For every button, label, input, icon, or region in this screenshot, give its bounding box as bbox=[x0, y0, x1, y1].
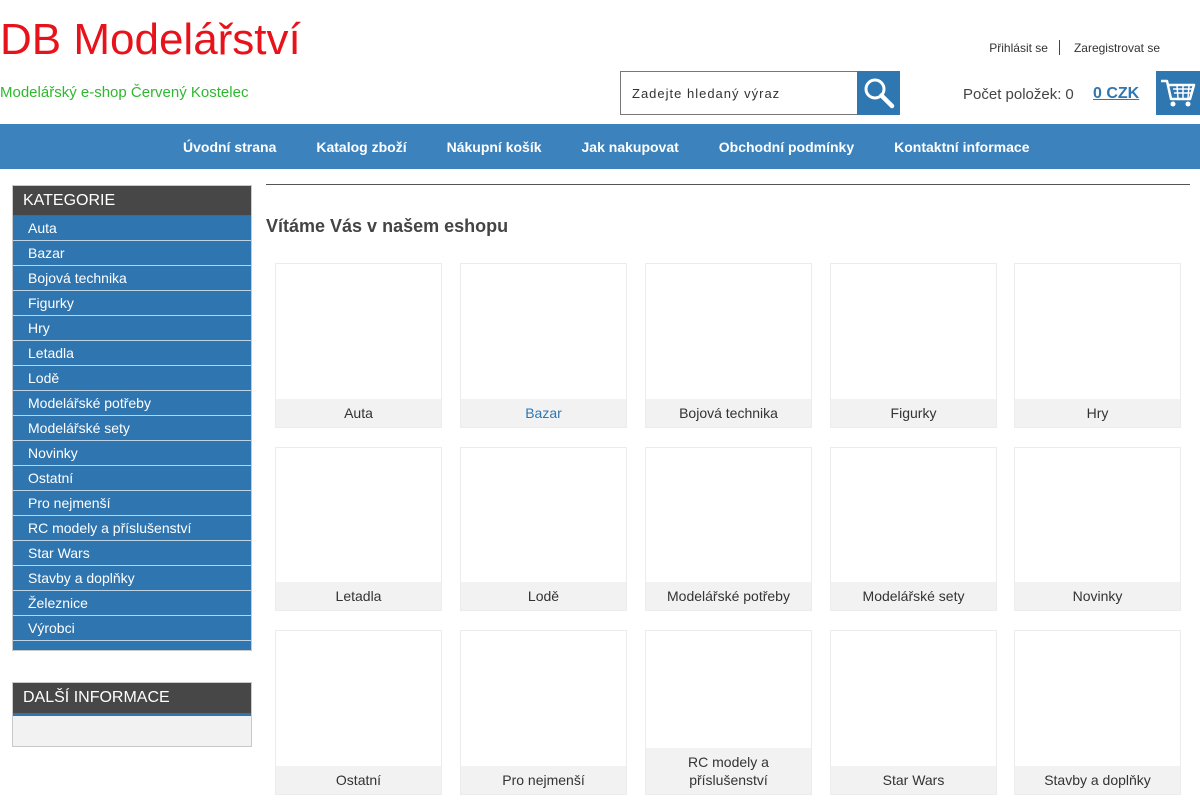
category-card-label[interactable]: Bazar bbox=[461, 399, 626, 427]
category-card-bazar[interactable]: Bazar bbox=[460, 263, 627, 428]
category-card-figurky[interactable]: Figurky bbox=[830, 263, 997, 428]
sidebar-item-modelarske-sety[interactable]: Modelářské sety bbox=[13, 416, 251, 441]
register-link[interactable]: Zaregistrovat se bbox=[1074, 41, 1160, 55]
nav-item-jak-nakupovat[interactable]: Jak nakupovat bbox=[582, 139, 679, 155]
sidebar-item-bojova-technika[interactable]: Bojová technika bbox=[13, 266, 251, 291]
category-image[interactable] bbox=[1015, 448, 1180, 584]
category-list: Auta Bazar Bojová technika Figurky Hry Letadl… bbox=[13, 215, 251, 641]
nav-item-uvodni-strana[interactable]: Úvodní strana bbox=[183, 139, 276, 155]
category-card-label[interactable]: Pro nejmenší bbox=[461, 766, 626, 794]
category-card-lode[interactable]: Lodě bbox=[460, 447, 627, 611]
category-card-label[interactable]: Hry bbox=[1015, 399, 1180, 427]
sidebar-item-bazar[interactable]: Bazar bbox=[13, 241, 251, 266]
sidebar-item-modelarske-potreby[interactable]: Modelářské potřeby bbox=[13, 391, 251, 416]
category-card-modelarske-sety[interactable]: Modelářské sety bbox=[830, 447, 997, 611]
content-divider bbox=[266, 184, 1190, 185]
sidebar-item-stavby-a-doplnky[interactable]: Stavby a doplňky bbox=[13, 566, 251, 591]
cart-item-count: Počet položek: 0 bbox=[963, 86, 1074, 103]
category-card-label[interactable]: Star Wars bbox=[831, 766, 996, 794]
category-card-rc-modely-a-prislusenstvi[interactable]: RC modely a příslušenství bbox=[645, 630, 812, 795]
site-logo-title[interactable]: DB Modelářství bbox=[0, 14, 301, 66]
category-image[interactable] bbox=[276, 448, 441, 584]
nav-item-obchodni-podminky[interactable]: Obchodní podmínky bbox=[719, 139, 854, 155]
cart-count-value: 0 bbox=[1065, 86, 1074, 103]
shopping-cart-icon bbox=[1161, 79, 1196, 107]
sidebar-item-letadla[interactable]: Letadla bbox=[13, 341, 251, 366]
category-card-label[interactable]: Modelářské potřeby bbox=[646, 582, 811, 610]
category-card-ostatni[interactable]: Ostatní bbox=[275, 630, 442, 795]
nav-item-katalog-zbozi[interactable]: Katalog zboží bbox=[316, 139, 406, 155]
search-icon bbox=[864, 78, 894, 109]
category-card-novinky[interactable]: Novinky bbox=[1014, 447, 1181, 611]
category-image[interactable] bbox=[831, 448, 996, 584]
link-divider bbox=[1058, 40, 1060, 55]
site-subtitle: Modelářský e-shop Červený Kostelec bbox=[0, 84, 249, 101]
info-panel: DALŠÍ INFORMACE bbox=[12, 682, 252, 747]
sidebar-item-ostatni[interactable]: Ostatní bbox=[13, 466, 251, 491]
sidebar-item-lode[interactable]: Lodě bbox=[13, 366, 251, 391]
category-card-label[interactable]: Auta bbox=[276, 399, 441, 427]
category-card-stavby-a-doplnky[interactable]: Stavby a doplňky bbox=[1014, 630, 1181, 795]
login-link[interactable]: Přihlásit se bbox=[989, 41, 1048, 55]
category-card-label[interactable]: Stavby a doplňky bbox=[1015, 766, 1180, 794]
main-navigation: Úvodní strana Katalog zboží Nákupní košík J… bbox=[0, 124, 1200, 169]
sidebar-item-pro-nejmensi[interactable]: Pro nejmenší bbox=[13, 491, 251, 516]
category-image[interactable] bbox=[1015, 264, 1180, 401]
category-image[interactable] bbox=[831, 264, 996, 401]
category-card-bojova-technika[interactable]: Bojová technika bbox=[645, 263, 812, 428]
cart-button[interactable] bbox=[1156, 71, 1200, 115]
info-title: DALŠÍ INFORMACE bbox=[13, 683, 251, 716]
cart-count-label: Počet položek: bbox=[963, 86, 1062, 103]
sidebar-item-star-wars[interactable]: Star Wars bbox=[13, 541, 251, 566]
category-image[interactable] bbox=[276, 631, 441, 768]
category-card-letadla[interactable]: Letadla bbox=[275, 447, 442, 611]
category-image[interactable] bbox=[831, 631, 996, 768]
category-image[interactable] bbox=[646, 264, 811, 401]
category-card-label[interactable]: Bojová technika bbox=[646, 399, 811, 427]
nav-item-kontaktni-informace[interactable]: Kontaktní informace bbox=[894, 139, 1029, 155]
category-card-pro-nejmensi[interactable]: Pro nejmenší bbox=[460, 630, 627, 795]
category-image[interactable] bbox=[646, 448, 811, 584]
nav-item-nakupni-kosik[interactable]: Nákupní košík bbox=[447, 139, 542, 155]
category-card-label[interactable]: Ostatní bbox=[276, 766, 441, 794]
sidebar-item-auta[interactable]: Auta bbox=[13, 216, 251, 241]
sidebar-item-figurky[interactable]: Figurky bbox=[13, 291, 251, 316]
category-card-auta[interactable]: Auta bbox=[275, 263, 442, 428]
category-card-label[interactable]: Figurky bbox=[831, 399, 996, 427]
sidebar-item-zeleznice[interactable]: Železnice bbox=[13, 591, 251, 616]
sidebar-item-novinky[interactable]: Novinky bbox=[13, 441, 251, 466]
sidebar-item-hry[interactable]: Hry bbox=[13, 316, 251, 341]
category-image[interactable] bbox=[461, 448, 626, 584]
categories-title: KATEGORIE bbox=[13, 186, 251, 215]
category-card-label[interactable]: Novinky bbox=[1015, 582, 1180, 610]
sidebar-item-rc-modely-a-prislusenstvi[interactable]: RC modely a příslušenství bbox=[13, 516, 251, 541]
cart-total-link[interactable]: 0 CZK bbox=[1093, 85, 1139, 103]
category-card-hry[interactable]: Hry bbox=[1014, 263, 1181, 428]
category-card-modelarske-potreby[interactable]: Modelářské potřeby bbox=[645, 447, 812, 611]
category-card-label[interactable]: Lodě bbox=[461, 582, 626, 610]
category-list-footer bbox=[13, 641, 251, 650]
category-card-star-wars[interactable]: Star Wars bbox=[830, 630, 997, 795]
category-image[interactable] bbox=[461, 631, 626, 768]
category-image[interactable] bbox=[646, 631, 811, 750]
category-card-label[interactable]: Modelářské sety bbox=[831, 582, 996, 610]
sidebar-item-vyrobci[interactable]: Výrobci bbox=[13, 616, 251, 641]
categories-panel: KATEGORIE Auta Bazar Bojová technika Figurk… bbox=[12, 185, 252, 651]
welcome-heading: Vítáme Vás v našem eshopu bbox=[266, 216, 509, 236]
category-card-label[interactable]: RC modely a příslušenství bbox=[646, 748, 811, 794]
category-image[interactable] bbox=[461, 264, 626, 401]
search-input[interactable]: Zadejte hledaný výraz bbox=[620, 71, 858, 115]
account-links: Přihlásit se Zaregistrovat se bbox=[989, 40, 1160, 55]
category-card-label[interactable]: Letadla bbox=[276, 582, 441, 610]
search-button[interactable] bbox=[857, 71, 900, 115]
category-image[interactable] bbox=[276, 264, 441, 401]
category-image[interactable] bbox=[1015, 631, 1180, 768]
